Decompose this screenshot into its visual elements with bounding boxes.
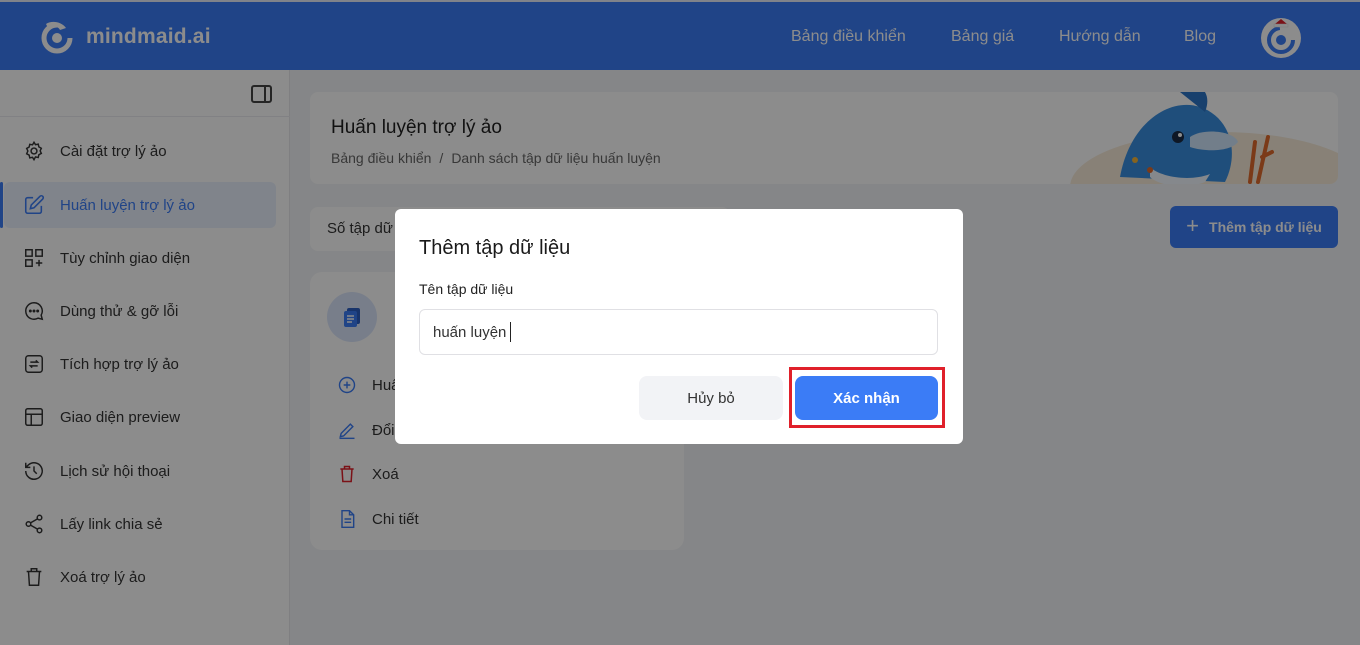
- dataset-name-label: Tên tập dữ liệu: [419, 281, 514, 297]
- modal-title: Thêm tập dữ liệu: [419, 237, 571, 259]
- add-dataset-modal: Thêm tập dữ liệu Tên tập dữ liệu Hủy bỏ …: [395, 209, 963, 444]
- dataset-name-input[interactable]: [419, 309, 938, 355]
- text-caret: [510, 322, 511, 342]
- confirm-button[interactable]: Xác nhận: [795, 376, 938, 420]
- cancel-button[interactable]: Hủy bỏ: [639, 376, 783, 420]
